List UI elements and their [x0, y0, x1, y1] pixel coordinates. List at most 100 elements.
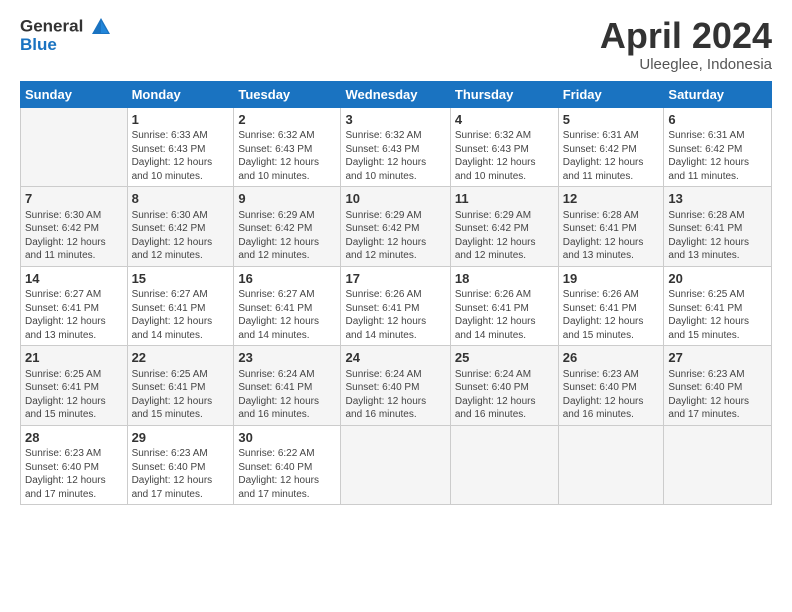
- week-row-3: 14Sunrise: 6:27 AM Sunset: 6:41 PM Dayli…: [21, 266, 772, 346]
- col-header-sunday: Sunday: [21, 81, 128, 107]
- day-info: Sunrise: 6:24 AM Sunset: 6:40 PM Dayligh…: [455, 368, 554, 422]
- day-number: 10: [345, 190, 445, 208]
- col-header-saturday: Saturday: [664, 81, 772, 107]
- day-cell: 8Sunrise: 6:30 AM Sunset: 6:42 PM Daylig…: [127, 187, 234, 267]
- day-number: 14: [25, 270, 123, 288]
- week-row-1: 1Sunrise: 6:33 AM Sunset: 6:43 PM Daylig…: [21, 107, 772, 187]
- day-number: 26: [563, 349, 660, 367]
- day-cell: [558, 425, 664, 505]
- day-number: 23: [238, 349, 336, 367]
- day-cell: 4Sunrise: 6:32 AM Sunset: 6:43 PM Daylig…: [450, 107, 558, 187]
- day-info: Sunrise: 6:23 AM Sunset: 6:40 PM Dayligh…: [563, 368, 660, 422]
- day-info: Sunrise: 6:24 AM Sunset: 6:41 PM Dayligh…: [238, 368, 336, 422]
- day-number: 28: [25, 429, 123, 447]
- day-info: Sunrise: 6:26 AM Sunset: 6:41 PM Dayligh…: [563, 288, 660, 342]
- col-header-monday: Monday: [127, 81, 234, 107]
- day-cell: 7Sunrise: 6:30 AM Sunset: 6:42 PM Daylig…: [21, 187, 128, 267]
- header: General Blue April 2024 Uleeglee, Indone…: [20, 16, 772, 73]
- day-cell: [450, 425, 558, 505]
- day-info: Sunrise: 6:31 AM Sunset: 6:42 PM Dayligh…: [668, 129, 767, 183]
- day-number: 9: [238, 190, 336, 208]
- day-cell: 24Sunrise: 6:24 AM Sunset: 6:40 PM Dayli…: [341, 346, 450, 426]
- day-cell: 28Sunrise: 6:23 AM Sunset: 6:40 PM Dayli…: [21, 425, 128, 505]
- day-number: 27: [668, 349, 767, 367]
- day-number: 20: [668, 270, 767, 288]
- day-info: Sunrise: 6:24 AM Sunset: 6:40 PM Dayligh…: [345, 368, 445, 422]
- day-number: 2: [238, 111, 336, 129]
- day-number: 18: [455, 270, 554, 288]
- day-info: Sunrise: 6:28 AM Sunset: 6:41 PM Dayligh…: [563, 209, 660, 263]
- day-cell: 19Sunrise: 6:26 AM Sunset: 6:41 PM Dayli…: [558, 266, 664, 346]
- day-number: 4: [455, 111, 554, 129]
- day-cell: 29Sunrise: 6:23 AM Sunset: 6:40 PM Dayli…: [127, 425, 234, 505]
- day-number: 24: [345, 349, 445, 367]
- week-row-2: 7Sunrise: 6:30 AM Sunset: 6:42 PM Daylig…: [21, 187, 772, 267]
- day-cell: 10Sunrise: 6:29 AM Sunset: 6:42 PM Dayli…: [341, 187, 450, 267]
- day-cell: 16Sunrise: 6:27 AM Sunset: 6:41 PM Dayli…: [234, 266, 341, 346]
- day-cell: 18Sunrise: 6:26 AM Sunset: 6:41 PM Dayli…: [450, 266, 558, 346]
- day-cell: 1Sunrise: 6:33 AM Sunset: 6:43 PM Daylig…: [127, 107, 234, 187]
- day-info: Sunrise: 6:30 AM Sunset: 6:42 PM Dayligh…: [132, 209, 230, 263]
- week-row-4: 21Sunrise: 6:25 AM Sunset: 6:41 PM Dayli…: [21, 346, 772, 426]
- day-info: Sunrise: 6:25 AM Sunset: 6:41 PM Dayligh…: [668, 288, 767, 342]
- month-title: April 2024: [600, 16, 772, 56]
- week-row-5: 28Sunrise: 6:23 AM Sunset: 6:40 PM Dayli…: [21, 425, 772, 505]
- day-cell: [664, 425, 772, 505]
- day-info: Sunrise: 6:27 AM Sunset: 6:41 PM Dayligh…: [25, 288, 123, 342]
- day-info: Sunrise: 6:22 AM Sunset: 6:40 PM Dayligh…: [238, 447, 336, 501]
- day-info: Sunrise: 6:29 AM Sunset: 6:42 PM Dayligh…: [455, 209, 554, 263]
- day-cell: 25Sunrise: 6:24 AM Sunset: 6:40 PM Dayli…: [450, 346, 558, 426]
- day-number: 29: [132, 429, 230, 447]
- day-cell: 3Sunrise: 6:32 AM Sunset: 6:43 PM Daylig…: [341, 107, 450, 187]
- day-number: 13: [668, 190, 767, 208]
- page-container: General Blue April 2024 Uleeglee, Indone…: [0, 0, 792, 515]
- day-info: Sunrise: 6:23 AM Sunset: 6:40 PM Dayligh…: [132, 447, 230, 501]
- col-header-tuesday: Tuesday: [234, 81, 341, 107]
- day-number: 22: [132, 349, 230, 367]
- day-info: Sunrise: 6:23 AM Sunset: 6:40 PM Dayligh…: [25, 447, 123, 501]
- day-cell: [341, 425, 450, 505]
- day-cell: [21, 107, 128, 187]
- logo-blue: Blue: [20, 36, 112, 55]
- day-cell: 11Sunrise: 6:29 AM Sunset: 6:42 PM Dayli…: [450, 187, 558, 267]
- day-cell: 14Sunrise: 6:27 AM Sunset: 6:41 PM Dayli…: [21, 266, 128, 346]
- day-cell: 26Sunrise: 6:23 AM Sunset: 6:40 PM Dayli…: [558, 346, 664, 426]
- day-info: Sunrise: 6:30 AM Sunset: 6:42 PM Dayligh…: [25, 209, 123, 263]
- calendar-table: SundayMondayTuesdayWednesdayThursdayFrid…: [20, 81, 772, 506]
- day-cell: 15Sunrise: 6:27 AM Sunset: 6:41 PM Dayli…: [127, 266, 234, 346]
- col-header-thursday: Thursday: [450, 81, 558, 107]
- day-info: Sunrise: 6:25 AM Sunset: 6:41 PM Dayligh…: [132, 368, 230, 422]
- day-number: 6: [668, 111, 767, 129]
- day-cell: 9Sunrise: 6:29 AM Sunset: 6:42 PM Daylig…: [234, 187, 341, 267]
- title-block: April 2024 Uleeglee, Indonesia: [600, 16, 772, 73]
- day-number: 19: [563, 270, 660, 288]
- day-number: 7: [25, 190, 123, 208]
- logo-icon: [90, 16, 112, 38]
- day-cell: 30Sunrise: 6:22 AM Sunset: 6:40 PM Dayli…: [234, 425, 341, 505]
- day-info: Sunrise: 6:23 AM Sunset: 6:40 PM Dayligh…: [668, 368, 767, 422]
- day-info: Sunrise: 6:28 AM Sunset: 6:41 PM Dayligh…: [668, 209, 767, 263]
- day-info: Sunrise: 6:32 AM Sunset: 6:43 PM Dayligh…: [238, 129, 336, 183]
- day-number: 17: [345, 270, 445, 288]
- day-cell: 22Sunrise: 6:25 AM Sunset: 6:41 PM Dayli…: [127, 346, 234, 426]
- day-cell: 12Sunrise: 6:28 AM Sunset: 6:41 PM Dayli…: [558, 187, 664, 267]
- day-cell: 13Sunrise: 6:28 AM Sunset: 6:41 PM Dayli…: [664, 187, 772, 267]
- day-info: Sunrise: 6:29 AM Sunset: 6:42 PM Dayligh…: [238, 209, 336, 263]
- location-subtitle: Uleeglee, Indonesia: [600, 56, 772, 73]
- day-info: Sunrise: 6:32 AM Sunset: 6:43 PM Dayligh…: [455, 129, 554, 183]
- day-info: Sunrise: 6:27 AM Sunset: 6:41 PM Dayligh…: [238, 288, 336, 342]
- day-info: Sunrise: 6:33 AM Sunset: 6:43 PM Dayligh…: [132, 129, 230, 183]
- col-header-wednesday: Wednesday: [341, 81, 450, 107]
- day-number: 25: [455, 349, 554, 367]
- day-info: Sunrise: 6:26 AM Sunset: 6:41 PM Dayligh…: [345, 288, 445, 342]
- day-number: 5: [563, 111, 660, 129]
- day-cell: 17Sunrise: 6:26 AM Sunset: 6:41 PM Dayli…: [341, 266, 450, 346]
- logo: General Blue: [20, 16, 112, 55]
- day-number: 1: [132, 111, 230, 129]
- day-number: 12: [563, 190, 660, 208]
- day-number: 3: [345, 111, 445, 129]
- day-number: 15: [132, 270, 230, 288]
- day-info: Sunrise: 6:26 AM Sunset: 6:41 PM Dayligh…: [455, 288, 554, 342]
- day-cell: 27Sunrise: 6:23 AM Sunset: 6:40 PM Dayli…: [664, 346, 772, 426]
- day-number: 8: [132, 190, 230, 208]
